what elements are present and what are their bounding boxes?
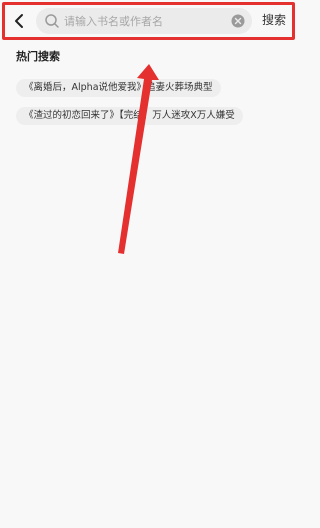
search-button[interactable]: 搜索 xyxy=(262,11,286,28)
hot-search-title: 热门搜索 xyxy=(16,50,60,63)
hot-search-tag[interactable]: 《离婚后，Alpha说他爱我》追妻火葬场典型 xyxy=(16,79,221,97)
search-box[interactable] xyxy=(36,8,252,34)
search-input[interactable] xyxy=(64,11,224,31)
back-button[interactable] xyxy=(8,10,30,32)
top-bar: 搜索 xyxy=(0,0,300,44)
clear-icon[interactable] xyxy=(231,14,245,28)
chevron-left-icon xyxy=(15,14,23,28)
hot-search-tag[interactable]: 《渣过的初恋回来了》【完结】万人迷攻X万人嫌受 xyxy=(16,107,243,125)
search-icon xyxy=(45,14,59,28)
